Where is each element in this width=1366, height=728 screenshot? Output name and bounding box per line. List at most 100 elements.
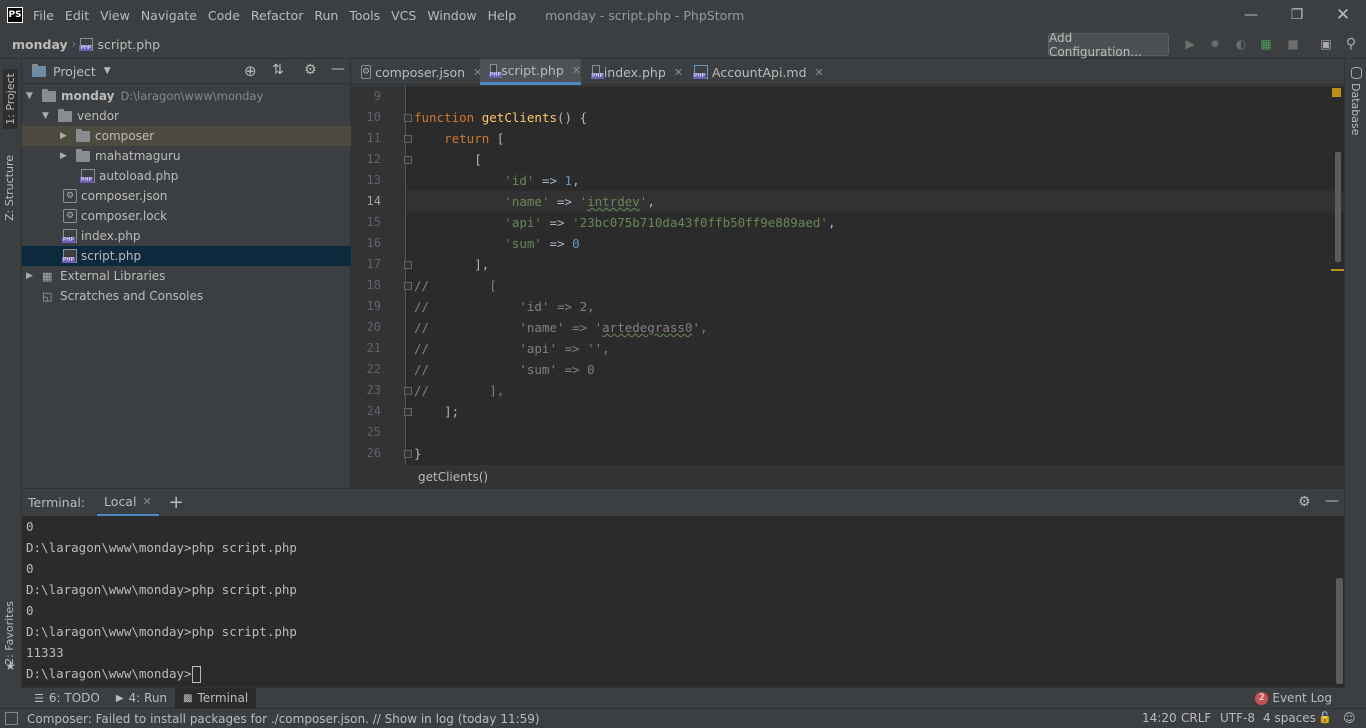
window-title: monday - script.php - PhpStorm <box>545 7 745 23</box>
tool-tab-structure[interactable]: Z: Structure <box>3 155 16 221</box>
line-number: 12 <box>366 152 381 166</box>
tree-item-root[interactable]: ▼ monday D:\laragon\www\monday <box>22 86 351 106</box>
breadcrumb-project[interactable]: monday <box>12 37 68 52</box>
tab-label: composer.json <box>375 64 466 80</box>
breadcrumb-function[interactable]: getClients() <box>418 470 488 484</box>
fold-marker-icon[interactable] <box>404 450 412 458</box>
restore-icon[interactable]: ❐ <box>1274 0 1320 30</box>
hide-panel-icon[interactable]: — <box>331 61 345 77</box>
tree-item-script-php[interactable]: script.php <box>22 246 351 266</box>
breadcrumb-file[interactable]: script.php <box>97 37 160 52</box>
code-line-21: // 'api' => '', <box>414 341 610 356</box>
menu-vcs[interactable]: VCS <box>391 8 416 23</box>
tree-item-autoload[interactable]: autoload.php <box>22 166 351 186</box>
gear-icon[interactable]: ⚙ <box>304 62 317 78</box>
tree-item-label: index.php <box>81 229 141 243</box>
fold-marker-icon[interactable] <box>404 387 412 395</box>
status-message[interactable]: Composer: Failed to install packages for… <box>27 712 540 726</box>
close-tab-icon[interactable]: ✕ <box>815 66 824 79</box>
collapse-all-icon[interactable]: ⇅ <box>272 62 284 78</box>
terminal-tab-local[interactable]: Local ✕ <box>97 489 159 517</box>
project-structure-icon[interactable]: ▣ <box>1318 36 1334 52</box>
menu-view[interactable]: View <box>100 8 130 23</box>
fold-marker-icon[interactable] <box>404 282 412 290</box>
caret-position[interactable]: 14:20 <box>1142 711 1177 725</box>
tab-accountapi-md[interactable]: AccountApi.md ✕ <box>684 59 824 85</box>
tree-item-scratches[interactable]: ◱ Scratches and Consoles <box>22 286 351 306</box>
menu-tools[interactable]: Tools <box>349 8 380 23</box>
editor-scrollbar[interactable] <box>1335 152 1341 262</box>
new-terminal-icon[interactable]: + <box>169 492 184 513</box>
menu-refactor[interactable]: Refactor <box>251 8 303 23</box>
terminal-output[interactable]: 0 D:\laragon\www\monday>php script.php 0… <box>22 516 1344 687</box>
line-separator[interactable]: CRLF <box>1181 711 1211 725</box>
coverage-icon[interactable]: ◐ <box>1233 36 1249 52</box>
menu-edit[interactable]: Edit <box>65 8 89 23</box>
minimize-icon[interactable]: — <box>1228 0 1274 30</box>
terminal-tab-label: Local <box>104 493 137 509</box>
lock-icon[interactable]: 🔓 <box>1318 711 1332 724</box>
tool-tab-favorites[interactable]: 2: Favorites <box>3 601 16 665</box>
tree-item-mahatmaguru[interactable]: ▶ mahatmaguru <box>22 146 351 166</box>
code-line-20: // 'name' => 'artedegrass0', <box>414 320 708 335</box>
fold-marker-icon[interactable] <box>404 156 412 164</box>
menu-file[interactable]: File <box>33 8 54 23</box>
line-number: 13 <box>366 173 381 187</box>
warning-marker[interactable] <box>1331 269 1344 271</box>
fold-marker-icon[interactable] <box>404 135 412 143</box>
collapsed-arrow-icon: ▶ <box>60 151 67 161</box>
project-panel-title[interactable]: Project <box>53 64 96 79</box>
add-configuration-button[interactable]: Add Configuration... <box>1048 31 1169 59</box>
code-line-26: } <box>414 446 422 461</box>
close-tab-icon[interactable]: ✕ <box>142 495 151 508</box>
tool-tab-terminal[interactable]: ▩ Terminal <box>175 687 257 709</box>
fold-marker-icon[interactable] <box>404 114 412 122</box>
tree-item-index-php[interactable]: index.php <box>22 226 351 246</box>
tree-item-external-libraries[interactable]: ▶ ▦ External Libraries <box>22 266 351 286</box>
tool-tab-todo[interactable]: ☰ 6: TODO <box>26 688 108 709</box>
gear-icon[interactable]: ⚙ <box>1298 494 1311 510</box>
tool-tab-event-log[interactable]: 2 Event Log <box>1247 688 1340 709</box>
hide-panel-icon[interactable]: — <box>1325 493 1339 509</box>
line-number: 26 <box>366 446 381 460</box>
menu-run[interactable]: Run <box>314 8 338 23</box>
tree-item-vendor[interactable]: ▼ vendor <box>22 106 351 126</box>
tab-composer-json[interactable]: ⚙ composer.json ✕ <box>351 59 482 85</box>
inspector-icon[interactable]: ☺ <box>1343 711 1356 725</box>
code-editor[interactable]: 9 10 11 12 13 14 15 16 17 18 19 20 21 22… <box>351 86 1344 465</box>
inspection-status-icon[interactable] <box>1332 88 1341 97</box>
menu-window[interactable]: Window <box>427 8 476 23</box>
menu-navigate[interactable]: Navigate <box>141 8 197 23</box>
close-tab-icon[interactable]: ✕ <box>572 64 581 77</box>
run-icon[interactable]: ▶ <box>1182 36 1198 52</box>
file-encoding[interactable]: UTF-8 <box>1220 711 1255 725</box>
profile-icon[interactable]: ▦ <box>1258 36 1274 52</box>
menu-help[interactable]: Help <box>488 8 517 23</box>
stop-icon[interactable]: ■ <box>1285 36 1301 52</box>
menu-code[interactable]: Code <box>208 8 240 23</box>
debug-icon[interactable]: ✹ <box>1207 36 1223 52</box>
close-icon[interactable]: ✕ <box>1320 0 1366 30</box>
code-line-22: // 'sum' => 0 <box>414 362 595 377</box>
tool-tab-database[interactable]: Database <box>1349 83 1362 136</box>
collapsed-arrow-icon: ▶ <box>60 131 67 141</box>
tree-item-composer-json[interactable]: ⚙ composer.json <box>22 186 351 206</box>
tab-script-php[interactable]: script.php ✕ <box>480 59 581 85</box>
tool-tab-project[interactable]: 1: Project <box>3 69 18 129</box>
tree-item-composer-dir[interactable]: ▶ composer <box>22 126 351 146</box>
tool-tab-label: 6: TODO <box>48 691 100 705</box>
terminal-scrollbar[interactable] <box>1336 578 1343 684</box>
indent-setting[interactable]: 4 spaces <box>1263 711 1316 725</box>
search-everywhere-icon[interactable]: ⚲ <box>1343 36 1359 52</box>
fold-marker-icon[interactable] <box>404 261 412 269</box>
tool-tab-run[interactable]: ▶ 4: Run <box>108 688 175 709</box>
toggle-tool-windows-icon[interactable] <box>5 712 18 725</box>
close-tab-icon[interactable]: ✕ <box>674 66 683 79</box>
tab-index-php[interactable]: index.php ✕ <box>582 59 683 85</box>
locate-file-icon[interactable]: ⊕ <box>244 62 257 80</box>
chevron-down-icon[interactable]: ▼ <box>104 66 111 76</box>
fold-marker-icon[interactable] <box>404 408 412 416</box>
editor-tabs: ⚙ composer.json ✕ script.php ✕ index.php… <box>351 59 1344 85</box>
tree-item-composer-lock[interactable]: ⚙ composer.lock <box>22 206 351 226</box>
code-line-17: ], <box>414 257 490 272</box>
